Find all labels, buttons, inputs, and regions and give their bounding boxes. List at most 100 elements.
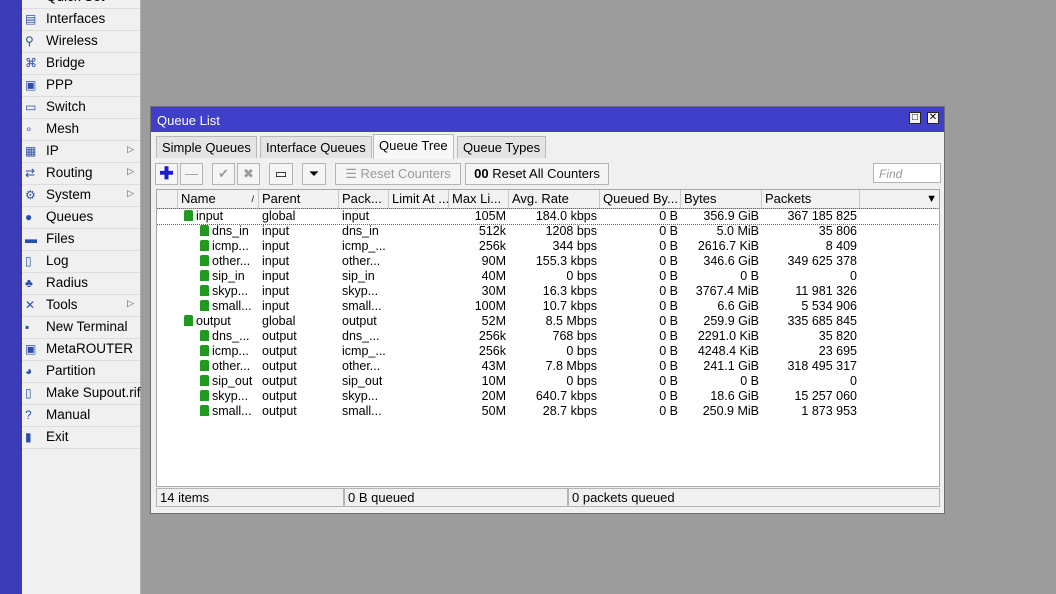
- menu-item-log[interactable]: ▯ Log: [22, 251, 140, 273]
- menu-item-ppp[interactable]: ▣ PPP: [22, 75, 140, 97]
- cell-name: sip_in: [178, 269, 259, 284]
- col-bytes[interactable]: Bytes: [681, 190, 762, 208]
- menu-item-label: Log: [46, 253, 69, 268]
- main-menu: ✎ Quick Set ▤ Interfaces ⚲ Wireless ⌘ Bridge ▣ PP…: [22, 0, 141, 594]
- mesh-icon: ∘: [25, 122, 33, 136]
- filter-button[interactable]: ⏷: [302, 163, 326, 185]
- table-row[interactable]: dns_in input dns_in 512k 1208 bps 0 B 5.0 MiB 3…: [157, 224, 939, 239]
- menu-item-system[interactable]: ⚙ System ▷: [22, 185, 140, 207]
- quick-set-icon: ✎: [25, 0, 40, 4]
- enable-button[interactable]: ✔: [212, 163, 235, 185]
- table-row[interactable]: other... input other... 90M 155.3 kbps 0 B 346…: [157, 254, 939, 269]
- table-row[interactable]: icmp... output icmp_... 256k 0 bps 0 B 4248.4 …: [157, 344, 939, 359]
- tab-simple-queues[interactable]: Simple Queues: [156, 136, 257, 158]
- cell-avg-rate: 1208 bps: [545, 224, 597, 238]
- table-row[interactable]: icmp... input icmp_... 256k 344 bps 0 B 2616.7…: [157, 239, 939, 254]
- system-icon: ⚙: [25, 188, 36, 202]
- table-row[interactable]: sip_out output sip_out 10M 0 bps 0 B0 B0: [157, 374, 939, 389]
- supout-icon: ▯: [25, 386, 32, 400]
- col-name[interactable]: Name /: [178, 190, 259, 208]
- table-row[interactable]: sip_in input sip_in 40M 0 bps 0 B0 B0: [157, 269, 939, 284]
- disable-button[interactable]: ✖: [237, 163, 260, 185]
- menu-item-quick-set[interactable]: ✎ Quick Set: [22, 0, 140, 9]
- cell-parent: output: [262, 329, 297, 343]
- table-row[interactable]: input global input 105M 184.0 kbps 0 B 356.9 G…: [157, 208, 939, 225]
- remove-button[interactable]: —: [180, 163, 203, 185]
- cell-packets: 318 495 317: [787, 359, 857, 373]
- menu-item-partition[interactable]: ◕ Partition: [22, 361, 140, 383]
- cell-packet: skyp...: [342, 284, 379, 298]
- table-row[interactable]: other... output other... 43M 7.8 Mbps 0 B 241.…: [157, 359, 939, 374]
- menu-item-new-terminal[interactable]: ▪ New Terminal: [22, 317, 140, 339]
- cell-avg-rate: 0 bps: [566, 374, 597, 388]
- minus-icon: —: [185, 166, 198, 181]
- window-title-bar[interactable]: Queue List □ ✕: [151, 107, 944, 132]
- maximize-icon[interactable]: □: [909, 112, 921, 124]
- menu-item-tools[interactable]: ✕ Tools ▷: [22, 295, 140, 317]
- status-queued-bytes: 0 B queued: [344, 488, 568, 507]
- queue-tree-table: Name / Parent Pack... Limit At ... Max Li…: [156, 189, 940, 487]
- table-row[interactable]: skyp... output skyp... 20M 640.7 kbps 0 B 18.6…: [157, 389, 939, 404]
- cell-name: skyp...: [178, 284, 259, 299]
- table-row[interactable]: small... input small... 100M 10.7 kbps 0 B 6.6…: [157, 299, 939, 314]
- cell-parent: output: [262, 359, 297, 373]
- menu-item-exit[interactable]: ▮ Exit: [22, 427, 140, 449]
- menu-item-interfaces[interactable]: ▤ Interfaces: [22, 9, 140, 31]
- cell-bytes: 4248.4 KiB: [697, 344, 759, 358]
- col-avg-rate[interactable]: Avg. Rate: [509, 190, 600, 208]
- menu-item-wireless[interactable]: ⚲ Wireless: [22, 31, 140, 53]
- queue-icon: [200, 330, 209, 341]
- cell-bytes: 0 B: [740, 374, 759, 388]
- menu-item-make-supout-rif[interactable]: ▯ Make Supout.rif: [22, 383, 141, 405]
- find-input[interactable]: Find: [873, 163, 941, 183]
- table-row[interactable]: dns_... output dns_... 256k 768 bps 0 B 2291.0…: [157, 329, 939, 344]
- ip-icon: ▦: [25, 144, 37, 158]
- menu-item-ip[interactable]: ▦ IP ▷: [22, 141, 140, 163]
- close-icon[interactable]: ✕: [927, 112, 939, 124]
- queue-icon: [200, 255, 209, 266]
- menu-item-label: Switch: [46, 99, 86, 114]
- tab-queue-tree[interactable]: Queue Tree: [373, 134, 454, 159]
- cell-bytes: 250.9 MiB: [702, 404, 759, 418]
- col-limit-at[interactable]: Limit At ...: [389, 190, 449, 208]
- col-packet-marks[interactable]: Pack...: [339, 190, 389, 208]
- menu-item-label: Queues: [46, 209, 94, 224]
- log-icon: ▯: [25, 254, 32, 268]
- cell-name: small...: [178, 299, 259, 314]
- column-menu-icon[interactable]: ▼: [926, 190, 937, 208]
- col-queued-bytes[interactable]: Queued By...: [600, 190, 681, 208]
- table-row[interactable]: output global output 52M 8.5 Mbps 0 B 259.9 Gi…: [157, 314, 939, 329]
- cell-avg-rate: 640.7 kbps: [535, 389, 597, 403]
- queue-icon: [200, 390, 209, 401]
- switch-icon: ▭: [25, 100, 37, 114]
- reset-counters-button[interactable]: ☰ Reset Counters: [335, 163, 461, 185]
- cell-avg-rate: 0 bps: [566, 344, 597, 358]
- menu-item-bridge[interactable]: ⌘ Bridge: [22, 53, 140, 75]
- table-row[interactable]: skyp... input skyp... 30M 16.3 kbps 0 B 3767.4…: [157, 284, 939, 299]
- menu-item-manual[interactable]: ? Manual: [22, 405, 140, 427]
- col-parent[interactable]: Parent: [259, 190, 339, 208]
- tab-interface-queues[interactable]: Interface Queues: [260, 136, 372, 158]
- tab-queue-types[interactable]: Queue Types: [457, 136, 547, 158]
- comment-button[interactable]: ▭: [269, 163, 293, 185]
- cell-max-limit: 50M: [481, 404, 506, 418]
- partition-icon: ◕: [25, 364, 33, 378]
- menu-item-switch[interactable]: ▭ Switch: [22, 97, 140, 119]
- table-row[interactable]: small... output small... 50M 28.7 kbps 0 B 250…: [157, 404, 939, 419]
- manual-icon: ?: [25, 408, 32, 422]
- menu-item-files[interactable]: ▬ Files: [22, 229, 140, 251]
- cell-bytes: 3767.4 MiB: [695, 284, 759, 298]
- menu-item-label: Manual: [46, 407, 91, 422]
- col-packets[interactable]: Packets: [762, 190, 860, 208]
- reset-all-counters-button[interactable]: 00 Reset All Counters: [465, 163, 609, 185]
- add-button[interactable]: ✚: [155, 163, 178, 185]
- col-max-limit[interactable]: Max Li...: [449, 190, 509, 208]
- menu-item-queues[interactable]: ● Queues: [22, 207, 140, 229]
- menu-item-routing[interactable]: ⇄ Routing ▷: [22, 163, 140, 185]
- menu-item-mesh[interactable]: ∘ Mesh: [22, 119, 140, 141]
- menu-item-metarouter[interactable]: ▣ MetaROUTER: [22, 339, 140, 361]
- menu-item-radius[interactable]: ♣ Radius: [22, 273, 140, 295]
- status-item-count: 14 items: [156, 488, 344, 507]
- cell-name: dns_in: [178, 224, 259, 239]
- cell-max-limit: 40M: [481, 269, 506, 283]
